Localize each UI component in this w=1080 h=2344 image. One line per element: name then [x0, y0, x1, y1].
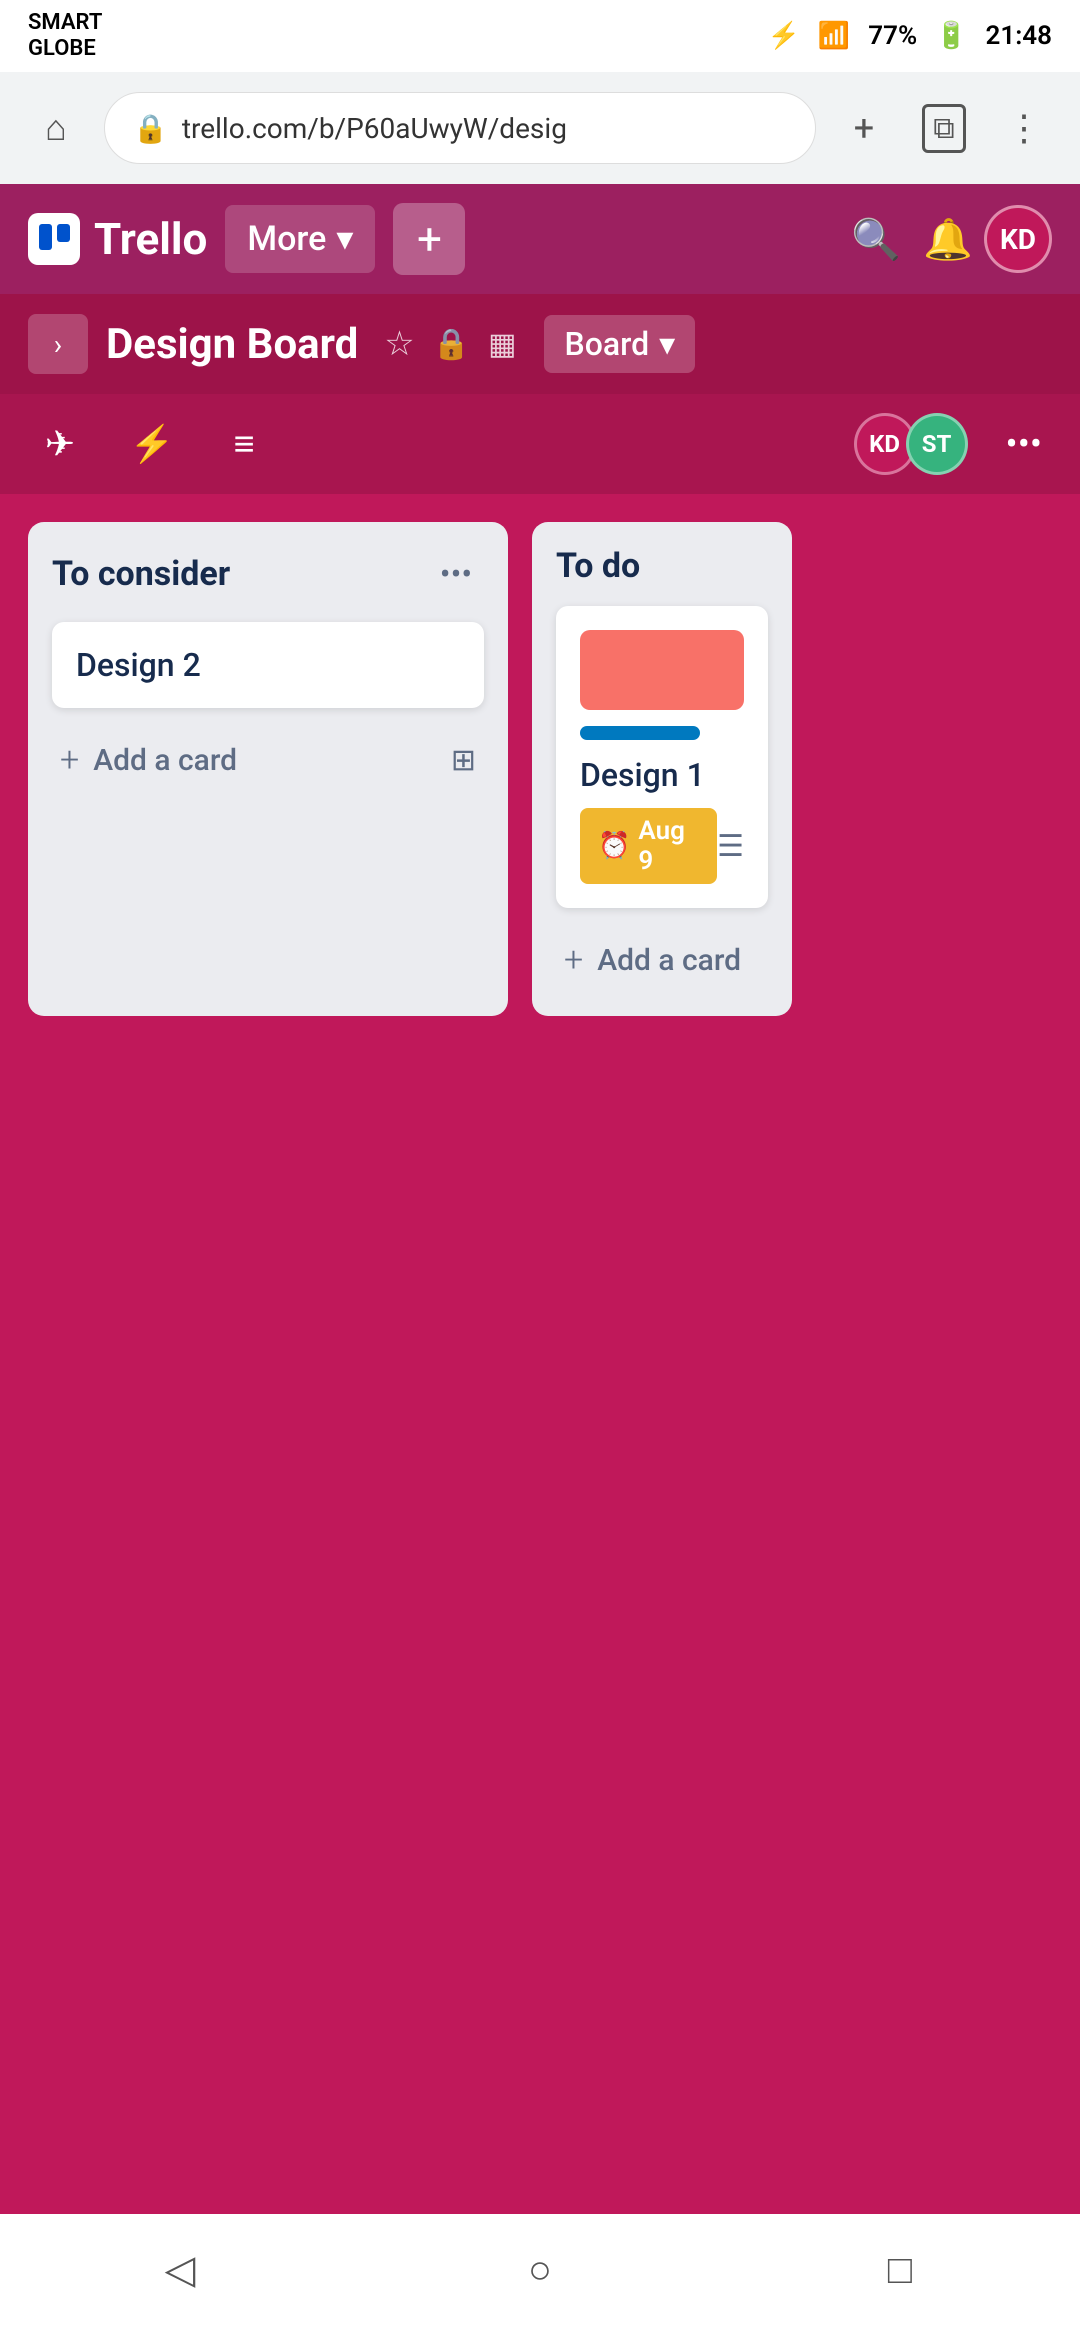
- column-menu-icon: •••: [440, 555, 472, 593]
- chevron-right-icon: ›: [54, 328, 62, 361]
- browser-bar: ⌂ 🔒 trello.com/b/P60aUwyW/desig + ⧉ ⋮: [0, 72, 1080, 184]
- board-title: Design Board: [106, 320, 358, 369]
- battery-icon: 🔋: [935, 21, 967, 51]
- column-title-to-consider: To consider: [52, 554, 230, 594]
- back-icon: ◁: [165, 2246, 196, 2293]
- signal-icon: 📶: [818, 21, 850, 51]
- grid-icon: ▦: [488, 327, 516, 362]
- template-icon[interactable]: ⊞: [451, 743, 476, 778]
- board-header: › Design Board ☆ 🔒 ▦ Board ▾: [0, 294, 1080, 394]
- battery-percent: 77%: [868, 21, 917, 51]
- add-card-label-to-do: Add a card: [597, 943, 741, 978]
- due-date-text: Aug 9: [638, 816, 699, 876]
- carrier-info: SMART GLOBE: [28, 10, 102, 63]
- card-design-1[interactable]: Design 1 ⏰ Aug 9 ☰: [556, 606, 768, 908]
- tabs-button[interactable]: ⧉: [916, 100, 972, 156]
- home-icon: ⌂: [45, 107, 67, 149]
- chevron-down-icon: ▾: [336, 219, 353, 259]
- bottom-navigation: ◁ ○ □: [0, 2214, 1080, 2344]
- column-menu-button-to-consider[interactable]: •••: [428, 546, 484, 602]
- security-icon: 🔒: [133, 112, 168, 145]
- filter-icon: ≡: [233, 423, 254, 465]
- user-avatar[interactable]: KD: [984, 205, 1052, 273]
- user-initials: KD: [1000, 223, 1036, 256]
- browser-menu-icon: ⋮: [1006, 107, 1042, 149]
- add-button[interactable]: +: [393, 203, 465, 275]
- column-header-to-do: To do: [556, 546, 768, 586]
- browser-menu-button[interactable]: ⋮: [996, 100, 1052, 156]
- clock-icon: ⏰: [598, 831, 630, 861]
- trello-navbar: Trello More ▾ + 🔍 🔔 KD: [0, 184, 1080, 294]
- column-header-to-consider: To consider •••: [52, 546, 484, 602]
- member-avatars: KD ST: [854, 413, 968, 475]
- automation-icon: ✈: [45, 423, 75, 465]
- sidebar-toggle-button[interactable]: ›: [28, 314, 88, 374]
- board-view-button[interactable]: Board ▾: [544, 315, 695, 373]
- trello-logo[interactable]: Trello: [28, 213, 207, 265]
- lock-icon: 🔒: [433, 327, 470, 362]
- home-button[interactable]: ○: [495, 2234, 585, 2304]
- view-label: Board: [564, 325, 649, 363]
- card-cover-bar: [580, 630, 744, 710]
- search-icon: 🔍: [851, 216, 901, 263]
- more-dots-icon: •••: [1006, 423, 1042, 465]
- view-chevron-icon: ▾: [659, 325, 675, 363]
- toolbar-more-button[interactable]: •••: [996, 423, 1052, 465]
- lightning-icon: ⚡: [130, 423, 175, 465]
- browser-actions: + ⧉ ⋮: [836, 100, 1052, 156]
- card-label-blue: [580, 726, 700, 740]
- search-button[interactable]: 🔍: [840, 203, 912, 275]
- filter-button[interactable]: ≡: [212, 412, 276, 476]
- board-empty-area: [0, 1016, 1080, 1816]
- card-footer-design1: ⏰ Aug 9 ☰: [580, 808, 744, 884]
- board-toolbar: ✈ ⚡ ≡ KD ST •••: [0, 394, 1080, 494]
- add-card-button-to-do[interactable]: + Add a card: [556, 928, 768, 992]
- notifications-button[interactable]: 🔔: [912, 203, 984, 275]
- column-title-to-do: To do: [556, 546, 640, 586]
- carrier-globe: GLOBE: [28, 36, 102, 62]
- trello-logo-icon: [28, 213, 80, 265]
- card-due-date-badge[interactable]: ⏰ Aug 9: [580, 808, 717, 884]
- card-title-design1: Design 1: [580, 756, 705, 794]
- member-st-initials: ST: [922, 430, 952, 458]
- star-button[interactable]: ☆: [384, 324, 414, 364]
- new-tab-button[interactable]: +: [836, 100, 892, 156]
- add-icon: +: [417, 213, 442, 265]
- automation-button[interactable]: ✈: [28, 412, 92, 476]
- carrier-smart: SMART: [28, 10, 102, 36]
- add-card-plus-icon-todo: +: [564, 940, 583, 980]
- tabs-icon: ⧉: [922, 104, 965, 153]
- back-button[interactable]: ◁: [135, 2234, 225, 2304]
- card-title-design2: Design 2: [76, 646, 201, 684]
- browser-home-button[interactable]: ⌂: [28, 100, 84, 156]
- home-circle-icon: ○: [528, 2246, 552, 2293]
- column-to-consider: To consider ••• Design 2 + Add a card ⊞: [28, 522, 508, 1016]
- time-display: 21:48: [986, 21, 1053, 51]
- recents-button[interactable]: □: [855, 2234, 945, 2304]
- add-card-label-to-consider: Add a card: [93, 743, 237, 778]
- member-kd-initials: KD: [869, 430, 900, 458]
- status-bar: SMART GLOBE ⚡ 📶 77% 🔋 21:48: [0, 0, 1080, 72]
- trello-wordmark: Trello: [94, 213, 207, 265]
- card-design-2[interactable]: Design 2: [52, 622, 484, 708]
- column-to-do: To do Design 1 ⏰ Aug 9 ☰ + Add a card: [532, 522, 792, 1016]
- checklist-icon: ☰: [717, 829, 744, 864]
- bluetooth-icon: ⚡: [767, 21, 799, 51]
- more-menu-button[interactable]: More ▾: [225, 205, 375, 273]
- url-text: trello.com/b/P60aUwyW/desig: [182, 112, 567, 145]
- square-icon: □: [888, 2246, 912, 2293]
- add-tab-icon: +: [854, 107, 874, 149]
- status-right: ⚡ 📶 77% 🔋 21:48: [767, 21, 1052, 51]
- url-bar[interactable]: 🔒 trello.com/b/P60aUwyW/desig: [104, 92, 816, 164]
- trello-logo-mark: [36, 221, 72, 257]
- board-content: To consider ••• Design 2 + Add a card ⊞ …: [0, 494, 1080, 1016]
- power-up-button[interactable]: ⚡: [120, 412, 184, 476]
- member-avatar-st[interactable]: ST: [906, 413, 968, 475]
- add-card-plus-icon: +: [60, 740, 79, 780]
- more-label: More: [247, 219, 326, 259]
- bell-icon: 🔔: [923, 216, 973, 263]
- add-card-button-to-consider[interactable]: + Add a card ⊞: [52, 728, 484, 792]
